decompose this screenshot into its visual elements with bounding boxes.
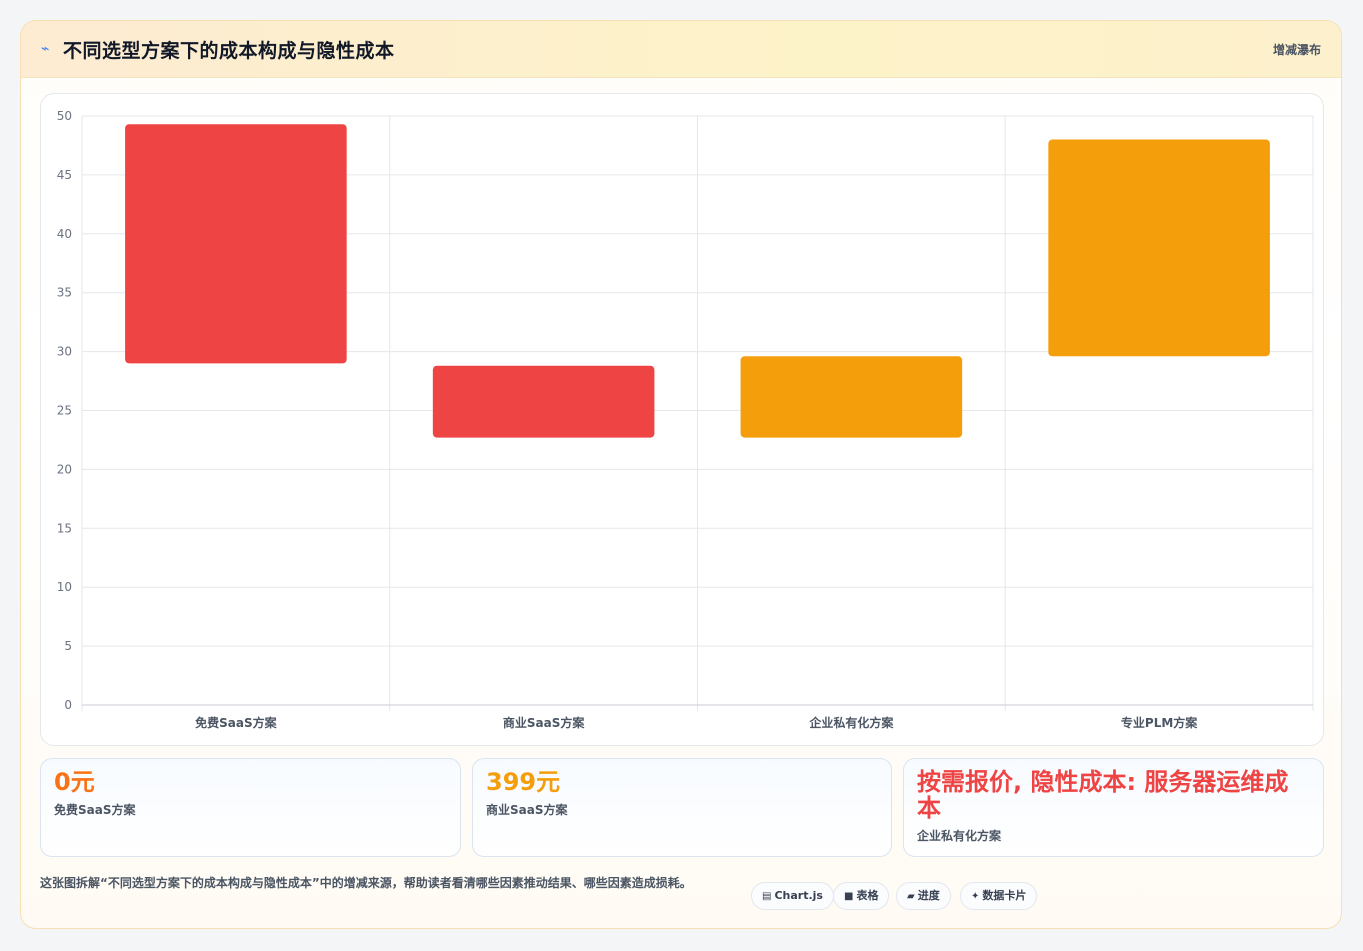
waterfall-bar [740,356,963,438]
table-icon: ■ [844,891,854,902]
chip-label: 数据卡片 [982,889,1027,902]
chart-type-tag: 增减瀑布 [1272,43,1321,57]
stat-label: 免费SaaS方案 [54,803,136,817]
chip-label: 表格 [856,889,879,902]
waterfall-bar [1048,139,1270,357]
y-tick-label: 50 [57,109,72,123]
stat-card-commercial-saas: 399元 商业SaaS方案 [472,758,892,857]
chart-description: 这张图拆解“不同选型方案下的成本构成与隐性成本”中的增减来源，帮助读者看清哪些因… [40,876,692,890]
stat-value: 399元 [486,768,561,796]
y-tick-label: 15 [57,521,72,535]
chip-label: Chart.js [774,889,823,902]
x-tick-label: 免费SaaS方案 [195,715,277,730]
chip-label: 进度 [917,889,940,902]
chart-card: ⌁ 不同选型方案下的成本构成与隐性成本 增减瀑布 0 5 10 15 20 25 30 35 4… [20,20,1342,929]
x-tick-label: 商业SaaS方案 [503,715,585,730]
waterfall-bar [125,124,347,364]
chip-progress[interactable]: ▰ 进度 [896,882,951,910]
chart-pulse-icon: ⌁ [41,41,50,57]
chart-icon: ▤ [762,891,772,902]
y-tick-label: 45 [57,168,72,182]
stat-label: 企业私有化方案 [917,829,1002,843]
sparkle-icon: ✦ [971,891,980,902]
stat-value: 按需报价, 隐性成本: 服务器运维成本 [917,768,1289,822]
chip-data-card[interactable]: ✦ 数据卡片 [960,882,1038,910]
stat-value: 0元 [54,768,95,796]
y-tick-label: 0 [64,698,72,712]
y-tick-label: 30 [57,345,72,359]
stat-card-free-saas: 0元 免费SaaS方案 [40,758,461,857]
x-tick-label: 企业私有化方案 [808,715,894,730]
waterfall-bar [432,365,655,438]
x-tick-label: 专业PLM方案 [1121,715,1198,730]
y-tick-label: 35 [57,286,72,300]
chip-chartjs[interactable]: ▤ Chart.js [751,882,834,910]
y-tick-label: 20 [57,462,72,476]
y-tick-label: 40 [57,227,72,241]
y-tick-label: 25 [57,404,72,418]
card-title: 不同选型方案下的成本构成与隐性成本 [63,40,395,62]
stat-label: 商业SaaS方案 [486,803,568,817]
waterfall-chart: 0 5 10 15 20 25 30 35 40 45 50 免费SaaS方案 商业SaaS方案 企业私有… [57,109,1314,730]
chip-table[interactable]: ■ 表格 [833,882,890,910]
y-tick-label: 10 [57,580,72,594]
card-header: ⌁ 不同选型方案下的成本构成与隐性成本 增减瀑布 [21,21,1341,78]
chart-panel: 0 5 10 15 20 25 30 35 40 45 50 免费SaaS方案 商业SaaS方案 企业私有… [40,93,1324,746]
progress-icon: ▰ [907,891,915,902]
y-tick-label: 5 [64,639,72,653]
stat-card-enterprise-private: 按需报价, 隐性成本: 服务器运维成本 企业私有化方案 [903,758,1324,857]
